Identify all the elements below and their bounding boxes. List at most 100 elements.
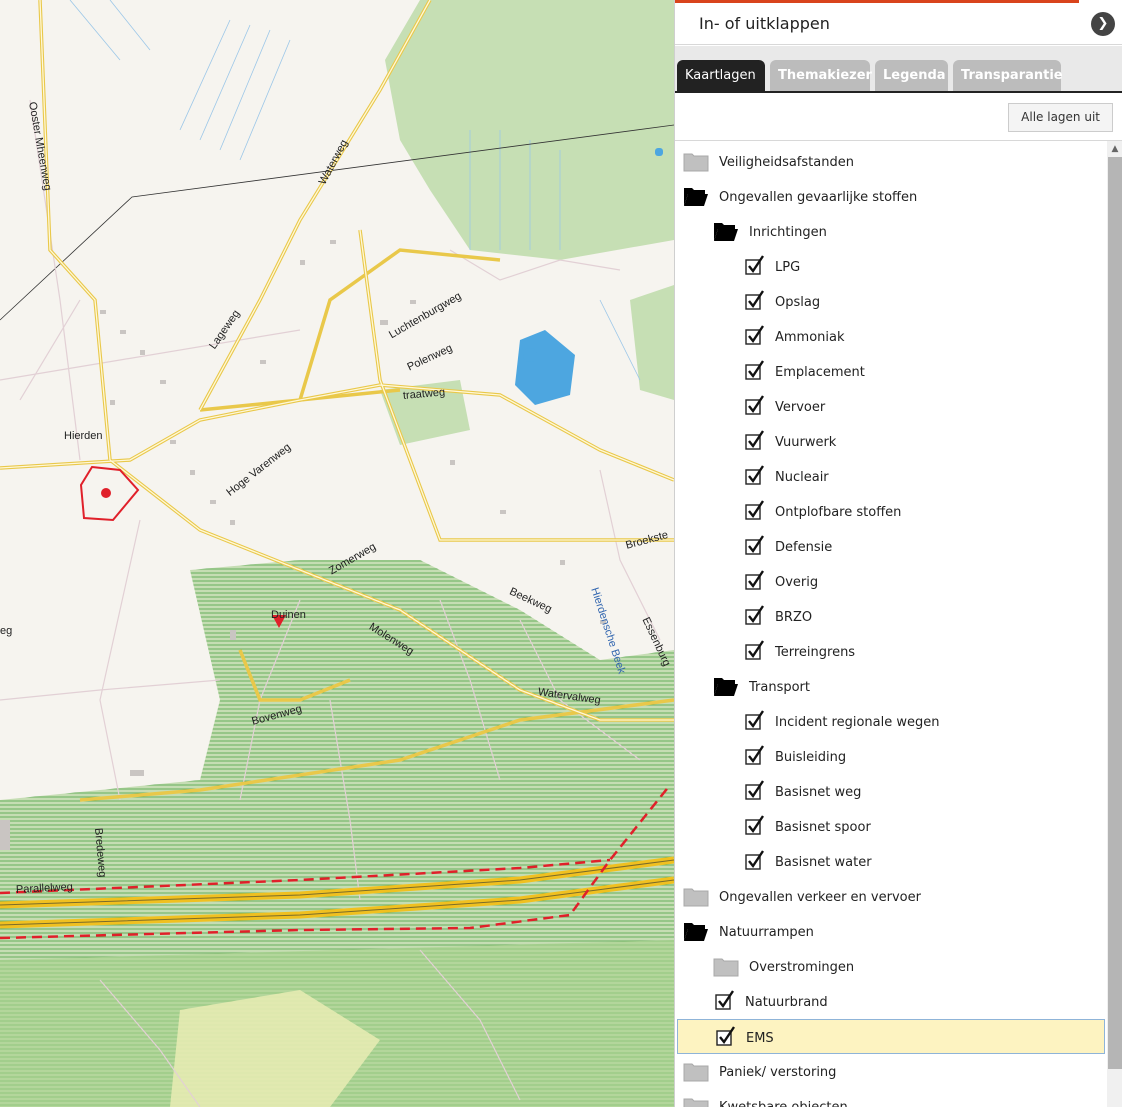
folder-open-icon[interactable] [713, 220, 739, 242]
layer-label[interactable]: Ongevallen gevaarlijke stoffen [719, 190, 917, 205]
layer-label[interactable]: Veiligheidsafstanden [719, 155, 854, 170]
layer-item-veiligheidsafstanden[interactable]: Veiligheidsafstanden [677, 144, 1105, 179]
layer-item-basisnet-weg[interactable]: Basisnet weg [677, 774, 1105, 809]
folder-closed-icon[interactable] [683, 1095, 709, 1107]
layer-label[interactable]: Incident regionale wegen [775, 715, 940, 730]
tab-transparantie[interactable]: Transparantie [953, 60, 1063, 91]
checkbox-checked-icon[interactable] [715, 990, 735, 1010]
layer-item-natuurbrand[interactable]: Natuurbrand [677, 984, 1105, 1019]
layer-label[interactable]: Transport [749, 680, 810, 695]
layer-item-buisleiding[interactable]: Buisleiding [677, 739, 1105, 774]
map-view[interactable]: Ooster Mheenweg Waterweg Lageweg Luchtenbur… [0, 0, 674, 1107]
folder-open-icon[interactable] [713, 675, 739, 697]
layer-item-basisnet-spoor[interactable]: Basisnet spoor [677, 809, 1105, 844]
layer-label[interactable]: Vuurwerk [775, 435, 836, 450]
water-pond [655, 148, 663, 156]
layer-item-incident-regionale-wegen[interactable]: Incident regionale wegen [677, 704, 1105, 739]
folder-open-icon[interactable] [683, 920, 709, 942]
layer-item-ongevallen-gevaarlijke-stoffen[interactable]: Ongevallen gevaarlijke stoffen [677, 179, 1105, 214]
chevron-right-icon[interactable]: ❯ [1091, 12, 1115, 36]
layer-label[interactable]: Vervoer [775, 400, 825, 415]
folder-open-icon[interactable] [683, 185, 709, 207]
checkbox-checked-icon[interactable] [745, 850, 765, 870]
panel-title[interactable]: In- of uitklappen [699, 14, 830, 33]
folder-closed-icon[interactable] [713, 955, 739, 977]
layer-item-opslag[interactable]: Opslag [677, 284, 1105, 319]
layer-item-ongevallen-verkeer-en-vervoer[interactable]: Ongevallen verkeer en vervoer [677, 879, 1105, 914]
layer-label[interactable]: Natuurbrand [745, 995, 828, 1010]
layer-item-lpg[interactable]: LPG [677, 249, 1105, 284]
layer-label[interactable]: Defensie [775, 540, 832, 555]
layer-label[interactable]: Overstromingen [749, 960, 854, 975]
layer-label[interactable]: Ontplofbare stoffen [775, 505, 901, 520]
layer-label[interactable]: Ongevallen verkeer en vervoer [719, 890, 921, 905]
layer-label[interactable]: Natuurrampen [719, 925, 814, 940]
layer-label[interactable]: Opslag [775, 295, 820, 310]
layer-item-vuurwerk[interactable]: Vuurwerk [677, 424, 1105, 459]
layer-label[interactable]: Terreingrens [775, 645, 855, 660]
checkbox-checked-icon[interactable] [745, 640, 765, 660]
layer-tree: Veiligheidsafstanden Ongevallen gevaarlij… [675, 141, 1107, 1107]
layer-label[interactable]: Basisnet water [775, 855, 872, 870]
layer-item-nucleair[interactable]: Nucleair [677, 459, 1105, 494]
checkbox-checked-icon[interactable] [745, 430, 765, 450]
checkbox-checked-icon[interactable] [745, 465, 765, 485]
checkbox-checked-icon[interactable] [745, 325, 765, 345]
layer-item-brzo[interactable]: BRZO [677, 599, 1105, 634]
layer-label[interactable]: Nucleair [775, 470, 829, 485]
checkbox-checked-icon[interactable] [745, 290, 765, 310]
layer-label[interactable]: Kwetsbare objecten [719, 1100, 848, 1107]
all-layers-off-button[interactable]: Alle lagen uit [1008, 103, 1113, 132]
hazard-site-marker[interactable] [101, 488, 111, 498]
checkbox-checked-icon[interactable] [745, 500, 765, 520]
checkbox-checked-icon[interactable] [716, 1026, 736, 1046]
layer-item-ontplofbare-stoffen[interactable]: Ontplofbare stoffen [677, 494, 1105, 529]
folder-closed-icon[interactable] [683, 885, 709, 907]
layer-item-emplacement[interactable]: Emplacement [677, 354, 1105, 389]
layer-label[interactable]: Basisnet weg [775, 785, 861, 800]
layer-item-ammoniak[interactable]: Ammoniak [677, 319, 1105, 354]
layer-item-inrichtingen[interactable]: Inrichtingen [677, 214, 1105, 249]
checkbox-checked-icon[interactable] [745, 710, 765, 730]
layer-label[interactable]: BRZO [775, 610, 812, 625]
layer-item-defensie[interactable]: Defensie [677, 529, 1105, 564]
checkbox-checked-icon[interactable] [745, 570, 765, 590]
layer-item-terreingrens[interactable]: Terreingrens [677, 634, 1105, 669]
layer-label[interactable]: Overig [775, 575, 818, 590]
layer-item-vervoer[interactable]: Vervoer [677, 389, 1105, 424]
layer-item-basisnet-water[interactable]: Basisnet water [677, 844, 1105, 879]
layer-label[interactable]: Basisnet spoor [775, 820, 871, 835]
checkbox-checked-icon[interactable] [745, 815, 765, 835]
layer-label[interactable]: Inrichtingen [749, 225, 827, 240]
layer-label[interactable]: EMS [746, 1031, 774, 1046]
tab-bar: Kaartlagen Themakiezer Legenda Transpara… [675, 46, 1122, 91]
checkbox-checked-icon[interactable] [745, 780, 765, 800]
layer-item-ems[interactable]: EMS [677, 1019, 1105, 1054]
checkbox-checked-icon[interactable] [745, 255, 765, 275]
checkbox-checked-icon[interactable] [745, 605, 765, 625]
checkbox-checked-icon[interactable] [745, 745, 765, 765]
scroll-up-icon[interactable]: ▲ [1107, 141, 1122, 157]
layer-label[interactable]: Paniek/ verstoring [719, 1065, 836, 1080]
tab-themakiezer[interactable]: Themakiezer [770, 60, 872, 91]
layer-panel: In- of uitklappen ❯ Kaartlagen Themakiez… [674, 0, 1122, 1107]
layer-label[interactable]: Ammoniak [775, 330, 845, 345]
layer-item-transport[interactable]: Transport [677, 669, 1105, 704]
tab-kaartlagen[interactable]: Kaartlagen [677, 60, 765, 91]
layer-label[interactable]: LPG [775, 260, 800, 275]
layer-item-natuurrampen[interactable]: Natuurrampen [677, 914, 1105, 949]
layer-label[interactable]: Buisleiding [775, 750, 846, 765]
tab-legenda[interactable]: Legenda [875, 60, 948, 91]
checkbox-checked-icon[interactable] [745, 360, 765, 380]
scrollbar-thumb[interactable] [1108, 157, 1122, 1069]
layer-label[interactable]: Emplacement [775, 365, 865, 380]
layer-item-overstromingen[interactable]: Overstromingen [677, 949, 1105, 984]
folder-closed-icon[interactable] [683, 150, 709, 172]
layer-item-overig[interactable]: Overig [677, 564, 1105, 599]
checkbox-checked-icon[interactable] [745, 395, 765, 415]
layer-item-kwetsbare-objecten[interactable]: Kwetsbare objecten [677, 1089, 1105, 1107]
folder-closed-icon[interactable] [683, 1060, 709, 1082]
layer-item-paniek-verstoring[interactable]: Paniek/ verstoring [677, 1054, 1105, 1089]
checkbox-checked-icon[interactable] [745, 535, 765, 555]
scrollbar[interactable]: ▲ [1107, 141, 1122, 1107]
